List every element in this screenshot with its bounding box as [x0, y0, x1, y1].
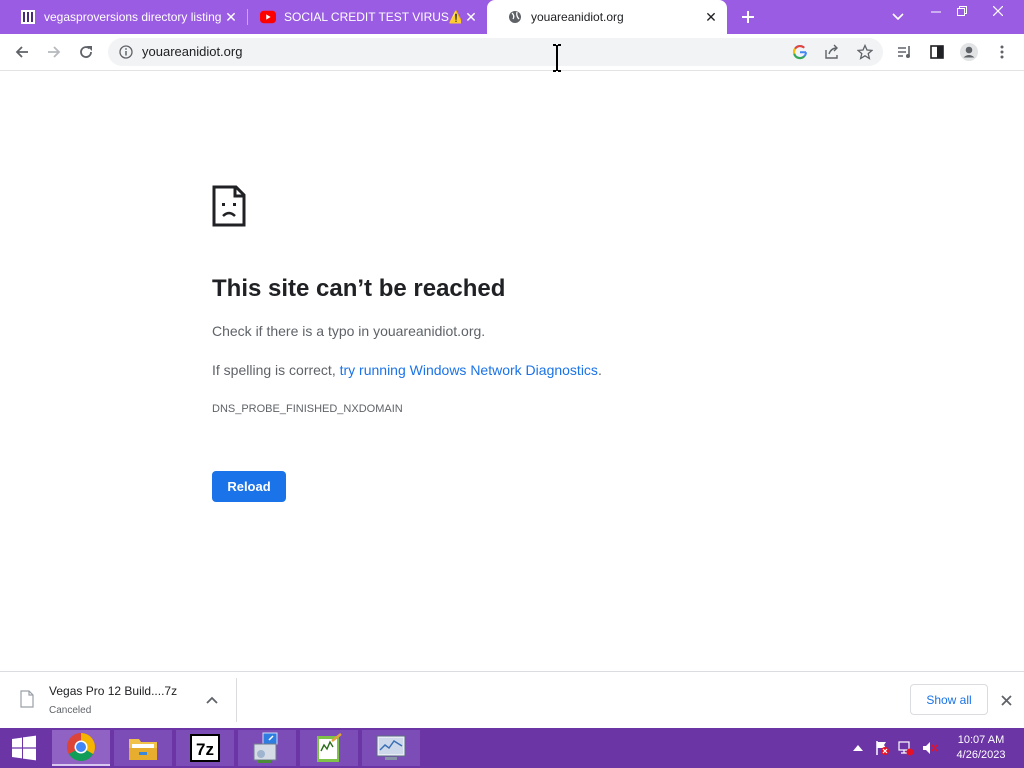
media-control-button[interactable]: [891, 38, 919, 66]
plus-icon: [742, 11, 754, 23]
share-icon[interactable]: [824, 44, 841, 65]
error-suggestion-typo: Check if there is a typo in youareanidio…: [212, 323, 486, 339]
url-text[interactable]: youareanidiot.org: [142, 44, 242, 59]
download-options-button[interactable]: [202, 690, 222, 710]
setup-icon: [253, 732, 278, 763]
diagnostics-suffix: .: [597, 362, 602, 378]
back-icon: [15, 46, 28, 58]
show-all-button[interactable]: Show all: [910, 684, 988, 715]
close-icon: [993, 6, 1003, 16]
action-center-flag-icon[interactable]: [874, 740, 890, 756]
network-diagnostics-link[interactable]: try running Windows Network Diagnostics: [340, 362, 598, 378]
7zip-icon: 7z: [190, 734, 220, 762]
notepad-icon: [317, 733, 342, 762]
system-clock[interactable]: 10:07 AM 4/26/2023: [948, 733, 1014, 763]
tab-title: SOCIAL CREDIT TEST VIRUS⚠️!!!: [284, 10, 461, 24]
info-icon[interactable]: [119, 45, 133, 64]
media-icon: [898, 46, 910, 58]
download-filename[interactable]: Vegas Pro 12 Build....7z: [49, 684, 177, 698]
chevron-down-icon: [892, 13, 904, 21]
clock-date: 4/26/2023: [956, 749, 1006, 761]
reload-icon: [80, 46, 92, 58]
tab-title: youareanidiot.org: [531, 10, 624, 24]
network-icon[interactable]: [898, 740, 914, 756]
chrome-icon: [67, 733, 95, 761]
menu-icon: [1000, 45, 1004, 59]
tab-vegasproversions[interactable]: vegasproversions directory listing ✕: [0, 0, 247, 34]
restore-button[interactable]: [946, 0, 978, 22]
chevron-up-icon: [206, 696, 218, 704]
sidepanel-icon: [930, 45, 944, 59]
side-panel-button[interactable]: [923, 38, 951, 66]
address-bar[interactable]: youareanidiot.org: [108, 38, 883, 66]
youtube-icon: [260, 9, 276, 25]
archive-icon: [20, 9, 36, 25]
profile-icon: [960, 43, 978, 61]
browser-toolbar: youareanidiot.org: [0, 34, 1024, 71]
performance-monitor-icon: [376, 735, 406, 760]
taskbar: 7z 10:07 AM 4/26/2023: [0, 728, 1024, 768]
start-button[interactable]: [0, 728, 48, 768]
tab-close-icon[interactable]: ✕: [221, 7, 241, 27]
tab-strip: vegasproversions directory listing ✕ SOC…: [0, 0, 1024, 34]
menu-button[interactable]: [988, 38, 1016, 66]
taskbar-notepad[interactable]: [300, 730, 358, 766]
svg-text:7z: 7z: [196, 740, 214, 759]
tab-title: vegasproversions directory listing: [44, 10, 221, 24]
restore-icon: [957, 6, 967, 16]
chevron-up-icon: [853, 745, 863, 751]
star-icon[interactable]: [856, 43, 874, 65]
windows-icon: [12, 735, 36, 761]
reload-button[interactable]: Reload: [212, 471, 286, 502]
taskbar-file-explorer[interactable]: [114, 730, 172, 766]
close-window-button[interactable]: [982, 0, 1014, 22]
file-icon: [20, 690, 34, 713]
divider: [236, 678, 237, 722]
clock-time: 10:07 AM: [957, 734, 1005, 746]
taskbar-performance-monitor[interactable]: [362, 730, 420, 766]
tab-close-icon[interactable]: ✕: [701, 7, 721, 27]
taskbar-setup[interactable]: [238, 730, 296, 766]
google-icon[interactable]: [792, 44, 808, 65]
volume-muted-icon[interactable]: [922, 740, 938, 756]
profile-button[interactable]: [955, 38, 983, 66]
minimize-icon: [931, 11, 941, 13]
close-icon: [1000, 694, 1012, 706]
error-code: DNS_PROBE_FINISHED_NXDOMAIN: [212, 403, 403, 415]
new-tab-button[interactable]: [736, 5, 760, 29]
forward-button[interactable]: [40, 38, 68, 66]
error-title: This site can’t be reached: [212, 275, 506, 302]
file-explorer-icon: [129, 739, 157, 760]
error-suggestion-diagnostics: If spelling is correct, try running Wind…: [212, 362, 602, 378]
sad-document-icon: [212, 185, 246, 232]
reload-button[interactable]: [72, 38, 100, 66]
tab-close-icon[interactable]: ✕: [461, 7, 481, 27]
back-button[interactable]: [8, 38, 36, 66]
download-shelf: Vegas Pro 12 Build....7z Canceled Show a…: [0, 671, 1024, 728]
tab-youareanidiot[interactable]: youareanidiot.org ✕: [487, 0, 727, 34]
globe-icon: [507, 9, 523, 25]
taskbar-7zip[interactable]: 7z: [176, 730, 234, 766]
diagnostics-prefix: If spelling is correct,: [212, 362, 340, 378]
forward-icon: [48, 46, 61, 58]
tab-search-button[interactable]: [888, 7, 908, 27]
close-shelf-button[interactable]: [996, 690, 1016, 710]
download-status: Canceled: [49, 705, 92, 716]
tab-social-credit[interactable]: SOCIAL CREDIT TEST VIRUS⚠️!!! ✕: [240, 0, 487, 34]
text-cursor-icon: [552, 43, 562, 78]
show-hidden-icons-button[interactable]: [850, 740, 866, 756]
taskbar-chrome[interactable]: [52, 730, 110, 766]
